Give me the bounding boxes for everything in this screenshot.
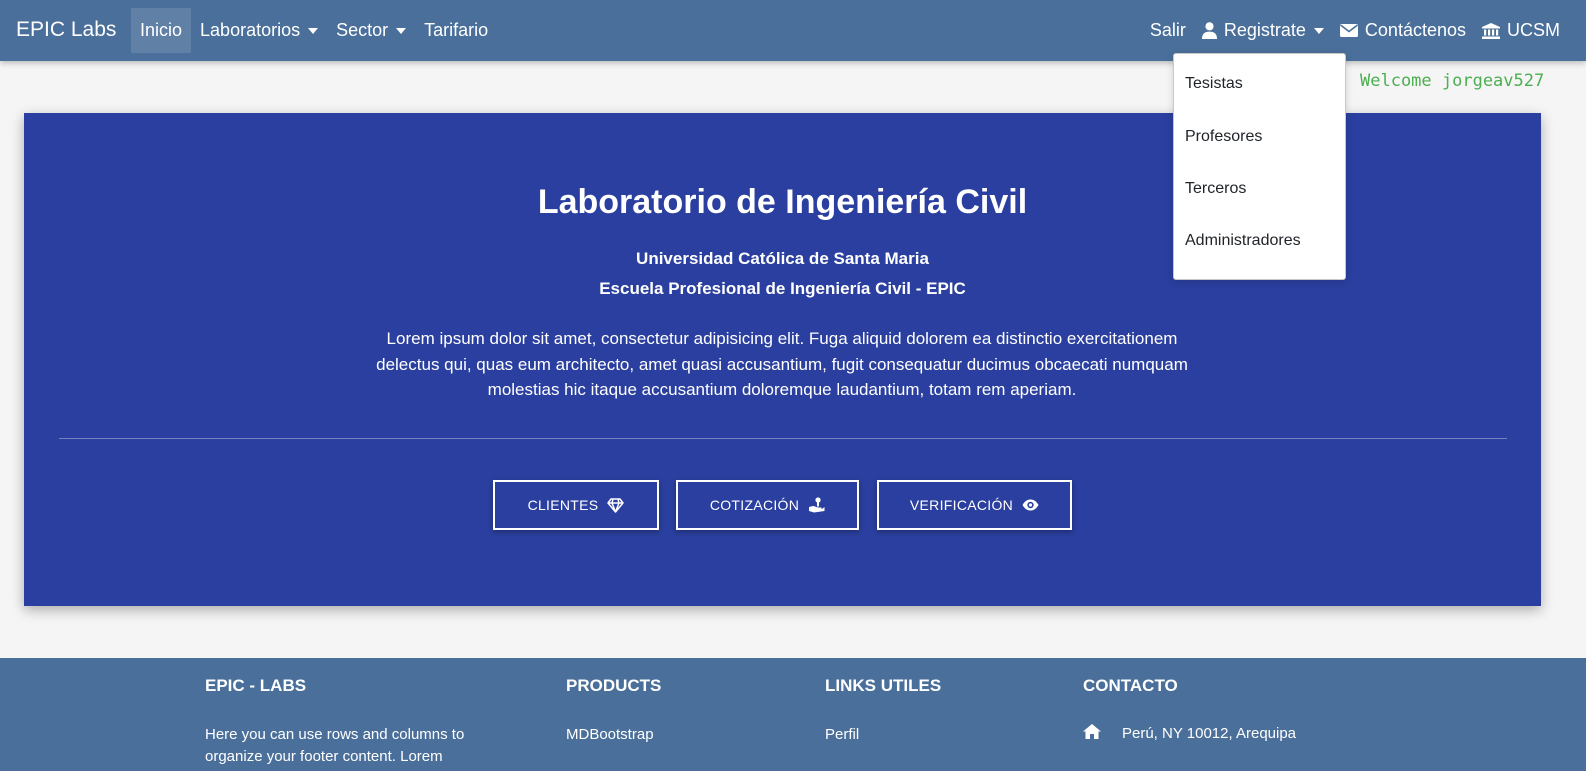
brand-logo[interactable]: EPIC Labs [16,18,116,42]
caret-down-icon [308,27,319,34]
hero-subtitle-school: Escuela Profesional de Ingeniería Civil … [599,279,966,298]
nav-item-label: Contáctenos [1364,20,1466,40]
caret-down-icon [396,27,407,34]
nav-item-salir[interactable]: Salir [1142,8,1194,53]
welcome-message: Welcome jorgeav527 [1360,71,1545,91]
nav-item-label: UCSM [1507,20,1560,40]
nav-item-ucsm[interactable]: UCSM [1474,8,1568,53]
footer-about-line: Here you can use rows and columns to [205,726,465,743]
footer-heading: EPIC - LABS [205,676,307,695]
hero-description: Lorem ipsum dolor sit amet, consectetur … [376,329,1188,399]
home-icon [1083,724,1101,743]
nav-left: Inicio Laboratorios Sector Tarifario [131,8,497,53]
footer-about-line: organize your footer content. Lorem [205,748,443,765]
button-label: VERIFICACIÓN [909,497,1014,513]
dropdown-item-profesores[interactable]: Profesores [1174,110,1345,162]
nav-item-laboratorios[interactable]: Laboratorios [191,8,327,53]
university-icon [1482,22,1500,39]
nav-right: Salir Registrate Contáctenos UCSM [1142,8,1568,53]
nav-item-label: Registrate [1223,20,1306,40]
footer-heading: LINKS UTILES [825,676,942,695]
dropdown-item-administradores[interactable]: Administradores [1174,215,1345,267]
nav-item-label: Inicio [140,20,183,40]
footer-contact-address: Perú, NY 10012, Arequipa [1083,724,1296,743]
dropdown-item-terceros[interactable]: Terceros [1174,163,1345,215]
diamond-icon [607,497,625,513]
hand-holding-icon [808,497,825,513]
nav-item-label: Salir [1149,20,1186,40]
nav-item-inicio[interactable]: Inicio [131,8,192,53]
nav-item-sector[interactable]: Sector [327,8,415,53]
nav-item-label: Laboratorios [200,20,301,40]
clientes-button[interactable]: CLIENTES [493,480,659,530]
verificacion-button[interactable]: VERIFICACIÓN [877,480,1072,530]
nav-item-contactenos[interactable]: Contáctenos [1332,8,1474,53]
caret-down-icon [1313,27,1324,34]
footer-about-text: Here you can use rows and columns to org… [205,724,464,768]
nav-item-label: Tarifario [424,20,489,40]
nav-item-label: Sector [336,20,389,40]
registrate-dropdown-menu: Tesistas Profesores Terceros Administrad… [1173,53,1346,280]
address-text: Perú, NY 10012, Arequipa [1122,725,1297,742]
footer-heading: CONTACTO [1083,676,1178,695]
eye-icon [1022,499,1039,511]
nav-item-registrate[interactable]: Registrate [1194,8,1332,53]
button-label: CLIENTES [527,497,599,513]
nav-item-tarifario[interactable]: Tarifario [415,8,497,53]
navbar: EPIC Labs Inicio Laboratorios Sector Tar… [0,0,1586,61]
footer-link-perfil[interactable]: Perfil [825,724,859,746]
footer: EPIC - LABS Here you can use rows and co… [0,658,1586,771]
footer-heading: PRODUCTS [566,676,662,695]
cotizacion-button[interactable]: COTIZACIÓN [676,480,859,530]
button-label: COTIZACIÓN [709,497,800,513]
user-icon [1201,22,1217,39]
footer-link-mdbootstrap[interactable]: MDBootstrap [566,724,654,746]
hero-divider [59,438,1507,439]
envelope-icon [1339,24,1358,37]
dropdown-item-tesistas[interactable]: Tesistas [1174,58,1345,110]
